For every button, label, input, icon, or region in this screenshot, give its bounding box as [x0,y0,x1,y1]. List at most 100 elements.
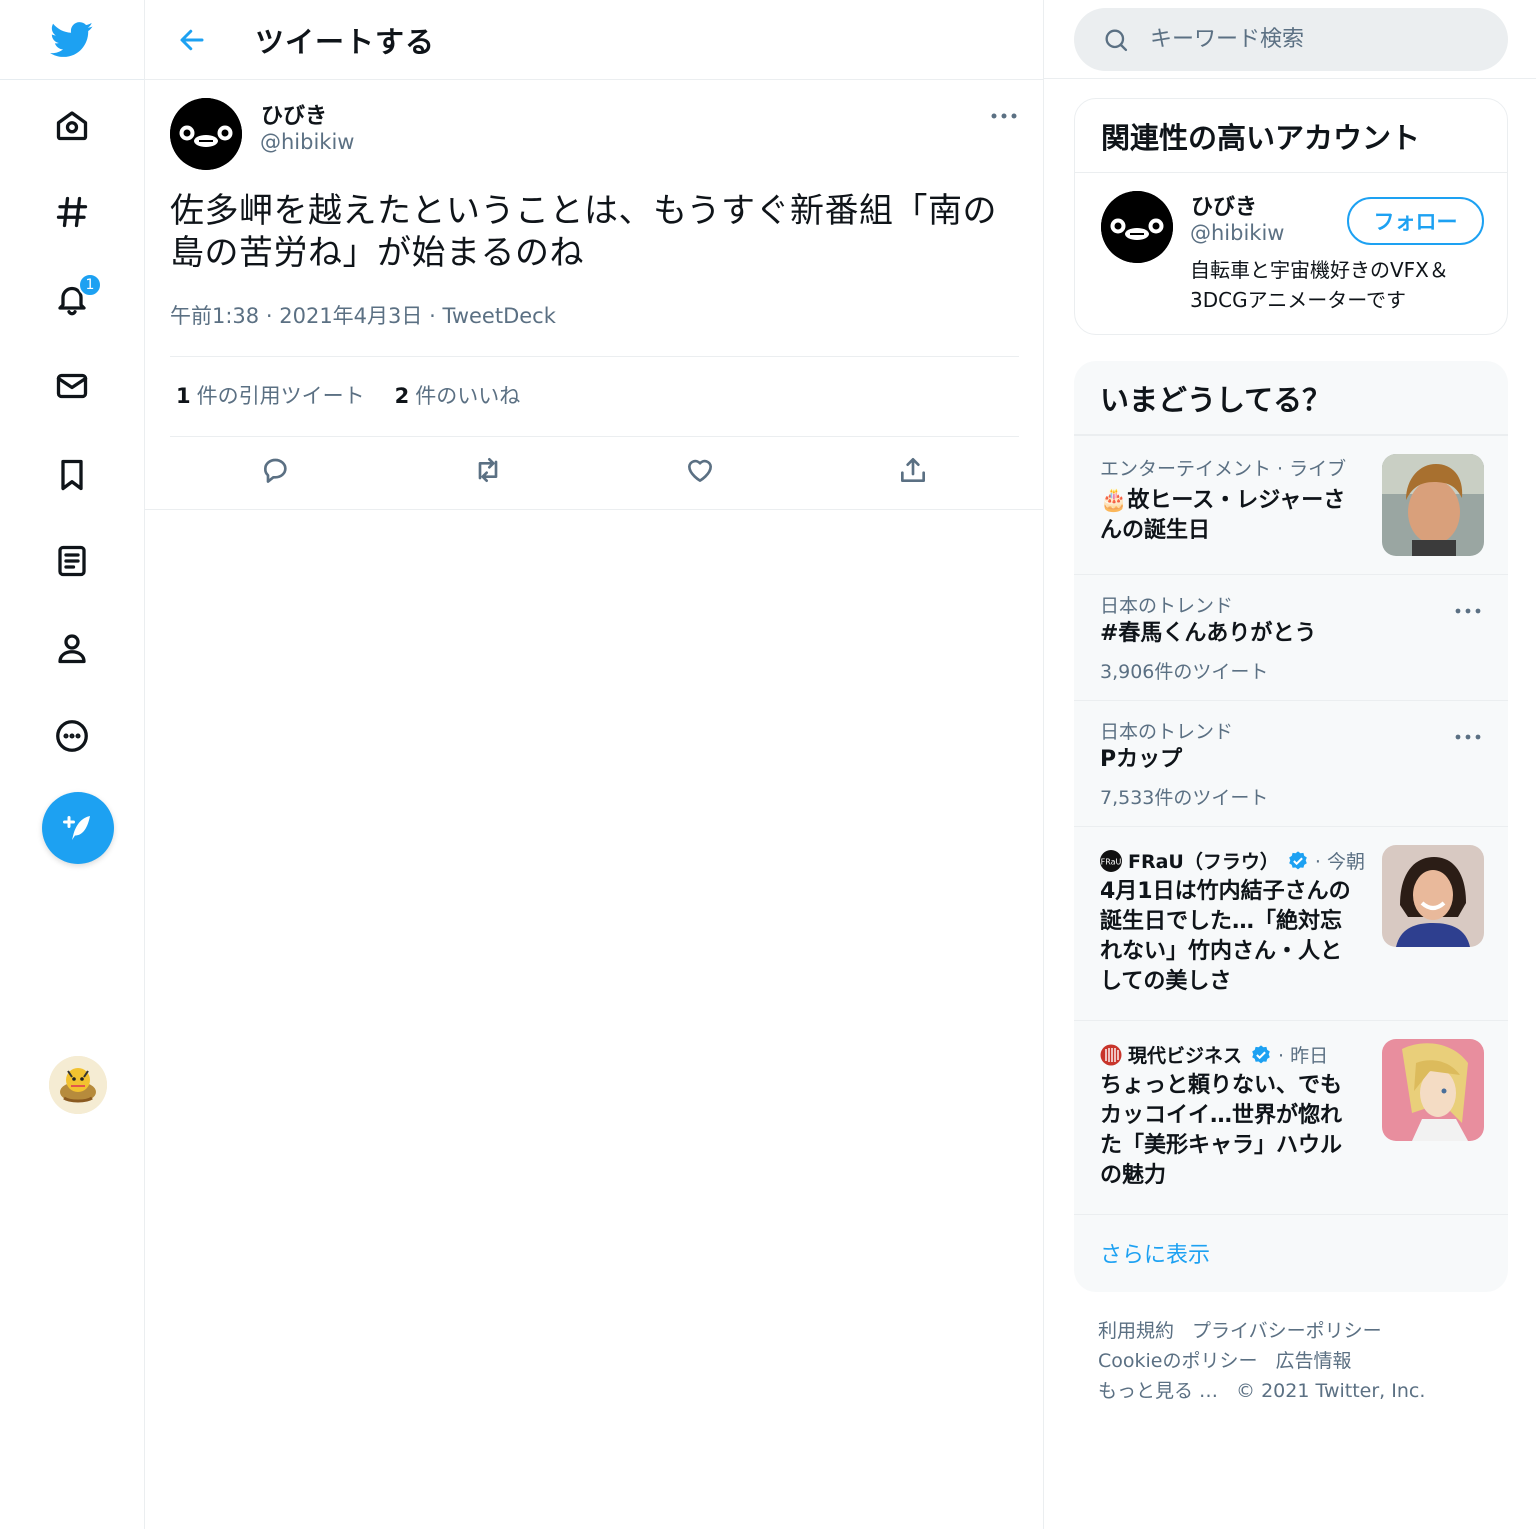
tweet-meta: 午前1:38 · 2021年4月3日 · TweetDeck [170,300,556,330]
retweet-icon [478,458,498,482]
back-arrow-icon [180,29,204,50]
tweet-author-name[interactable]: ひびき [261,98,327,130]
reply-button[interactable] [254,448,298,492]
home-icon [56,111,88,141]
heart-icon [688,459,712,482]
trend-count: 3,906件のツイート [1100,661,1269,683]
trend-more-button[interactable] [1454,601,1482,621]
compose-tweet-button[interactable] [42,792,114,864]
news-source-name: 現代ビジネス [1128,1045,1243,1067]
tweet-author-avatar[interactable] [170,98,242,170]
notification-badge: 1 [78,273,102,297]
svg-text:FRaU: FRaU [1101,857,1122,866]
footer-links: 利用規約 プライバシーポリシー Cookieのポリシー 広告情報 もっと見る … © … [1098,1316,1518,1406]
trend-item[interactable]: 日本のトレンド Pカップ 7,533件のツイート [1074,700,1508,826]
trend-count: 7,533件のツイート [1100,787,1269,809]
footer-privacy-link[interactable]: プライバシーポリシー [1192,1320,1382,1342]
news-source-row: 現代ビジネス · 昨日 [1100,1041,1328,1068]
divider [170,356,1019,357]
more-circle-icon [56,720,88,752]
account-avatar[interactable] [49,1056,107,1114]
related-accounts-title: 関連性の高いアカウント [1075,99,1507,173]
trend-item[interactable]: 日本のトレンド #春馬くんありがとう 3,906件のツイート [1074,574,1508,700]
anime-character-image [1382,1039,1484,1141]
back-button[interactable] [167,15,217,65]
penguin-avatar-image [170,98,242,170]
tweet-client[interactable]: TweetDeck [442,304,555,328]
frau-logo-icon: FRaU [1100,849,1122,872]
nav-messages[interactable] [0,356,144,416]
nav-explore[interactable] [0,182,144,242]
nav-lists[interactable] [0,531,144,591]
main-header: ツイートする [145,0,1043,80]
search-input[interactable] [1150,27,1470,52]
related-account-handle[interactable]: @hibikiw [1190,221,1284,245]
verified-badge-icon [1289,850,1307,869]
footer-cookie-link[interactable]: Cookieのポリシー [1098,1350,1258,1372]
tweet-detail: ひびき @hibikiw 佐多岬を越えたということは、もうすぐ新番組「南の島の苦… [145,80,1043,510]
quote-tweets-stat[interactable]: 1 件の引用ツイート [176,380,365,410]
more-horizontal-icon [991,113,1017,119]
like-count: 2 [394,384,410,408]
news-thumbnail [1382,1039,1484,1141]
search-bar[interactable] [1074,8,1508,71]
news-headline: ちょっと頼りない、でもカッコイイ…世界が惚れた「美形キャラ」ハウルの魅力 [1100,1073,1343,1188]
footer-terms-link[interactable]: 利用規約 [1098,1320,1174,1342]
news-item[interactable]: FRaU FRaU（フラウ） · 今朝 4月1日は竹内結子さんの誕生日でした…「… [1074,826,1508,1020]
related-account-avatar[interactable] [1101,191,1173,263]
tweet-author-handle[interactable]: @hibikiw [260,130,354,154]
tweet-time[interactable]: 午前1:38 [170,304,259,328]
tweet-date[interactable]: 2021年4月3日 [279,304,422,328]
trend-item[interactable]: エンターテイメント · ライブ 🎂故ヒース・レジャーさんの誕生日 [1074,435,1508,574]
meta-separator: · [265,304,273,328]
right-sidebar: 関連性の高いアカウント ひびき @hibikiw フォロー 自転車と宇宙機好きの… [1044,0,1536,1529]
retweet-button[interactable] [466,448,510,492]
footer-ads-link[interactable]: 広告情報 [1276,1350,1352,1372]
lists-icon [58,545,86,577]
portrait-photo-image [1382,845,1484,947]
logo-bar [0,0,144,80]
footer-copyright: © 2021 Twitter, Inc. [1236,1380,1426,1402]
related-account-name[interactable]: ひびき [1191,189,1257,221]
share-icon [901,458,925,482]
like-button[interactable] [678,448,722,492]
show-more-link[interactable]: さらに表示 [1100,1237,1210,1269]
news-source-name: FRaU（フラウ） [1128,851,1279,873]
news-item[interactable]: 現代ビジネス · 昨日 ちょっと頼りない、でもカッコイイ…世界が惚れた「美形キャ… [1074,1020,1508,1214]
like-label: 件のいいね [415,384,521,408]
search-icon [1105,29,1128,51]
reply-icon [264,458,287,483]
main-column: ツイートする ひびき @hibikiw 佐多岬を越えたということは、もうすぐ新番… [145,0,1044,1529]
penguin-avatar-image [1101,191,1173,263]
news-source-row: FRaU FRaU（フラウ） · 今朝 [1100,847,1365,874]
nav-profile[interactable] [0,618,144,678]
news-time: · 昨日 [1278,1045,1329,1067]
trend-thumbnail [1382,454,1484,556]
twitter-bird-icon[interactable] [50,21,94,58]
follow-button[interactable]: フォロー [1347,197,1484,245]
divider [170,436,1019,437]
nav-bookmarks[interactable] [0,445,144,505]
share-button[interactable] [891,448,935,492]
footer-more-link[interactable]: もっと見る … [1098,1380,1218,1402]
meta-separator: · [429,304,436,328]
quote-count: 1 [176,384,191,408]
trend-title: Pカップ [1100,747,1183,772]
messages-envelope-icon [56,373,88,399]
explore-hash-icon [56,196,88,228]
nav-more[interactable] [0,706,144,766]
trend-more-button[interactable] [1454,727,1482,747]
divider [1044,78,1536,79]
whats-happening-title: いまどうしてる？ [1074,361,1508,435]
news-thumbnail [1382,845,1484,947]
tweet-text: 佐多岬を越えたということは、もうすぐ新番組「南の島の苦労ね」が始まるのね [170,191,997,273]
tweet-more-button[interactable] [989,106,1019,126]
portrait-photo-image [1382,454,1484,556]
trend-category: 日本のトレンド [1100,595,1234,617]
compose-tweet-icon [63,816,90,840]
tweet-actions [170,448,1019,498]
nav-notifications[interactable]: 1 [0,269,144,329]
likes-stat[interactable]: 2 件のいいね [395,380,521,410]
nav-home[interactable] [0,95,144,155]
quote-label: 件の引用ツイート [196,384,365,408]
